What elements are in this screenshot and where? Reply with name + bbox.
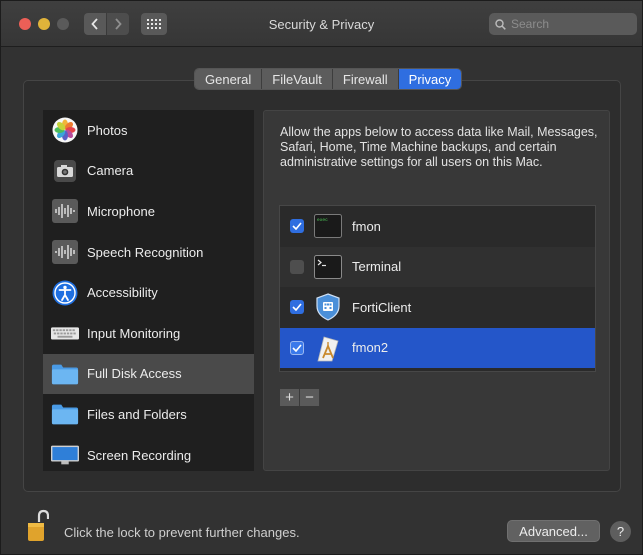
app-list[interactable]: exec fmon Terminal FortiClient fmon2 [279,205,596,372]
search-icon [495,18,506,30]
app-name: FortiClient [352,299,412,315]
sidebar-item-label: Accessibility [87,285,158,301]
svg-text:exec: exec [317,218,328,223]
app-row-forticlient[interactable]: FortiClient [280,287,595,328]
remove-app-button[interactable]: − [300,389,320,406]
sidebar-item-photos[interactable]: Photos [43,110,254,151]
sidebar-item-files-and-folders[interactable]: Files and Folders [43,394,254,435]
keyboard-icon [51,319,79,347]
terminal-icon [314,253,342,281]
app-row-fmon2[interactable]: fmon2 [280,327,595,368]
checkmark-icon [292,222,302,231]
app-row-terminal[interactable]: Terminal [280,246,595,287]
app-generic-icon [314,334,342,362]
display-icon [51,441,79,469]
sidebar-item-label: Speech Recognition [87,244,204,260]
privacy-category-list[interactable]: Photos Camera Microphone Speech Recognit… [43,110,254,471]
sidebar-item-label: Photos [87,122,128,138]
panel-description: Allow the apps below to access data like… [280,125,598,169]
app-name: fmon2 [352,340,389,356]
app-checkbox[interactable] [290,340,304,355]
sidebar-item-label: Full Disk Access [87,366,182,382]
sidebar-item-camera[interactable]: Camera [43,151,254,192]
microphone-icon [51,197,79,225]
app-checkbox[interactable] [290,300,304,315]
add-remove-controls: + − [280,389,320,406]
sidebar-item-label: Screen Recording [87,447,192,463]
forticlient-shield-icon [314,293,342,321]
terminal-exec-icon: exec [314,212,342,240]
folder-icon [51,400,79,428]
search-input[interactable] [511,17,626,31]
checkmark-icon [292,344,302,352]
full-disk-access-panel: Allow the apps below to access data like… [263,110,610,471]
speech-recognition-icon [51,238,79,266]
folder-icon [51,360,79,388]
sidebar-item-full-disk-access[interactable]: Full Disk Access [43,353,254,395]
app-checkbox[interactable] [290,259,304,274]
app-checkbox[interactable] [290,219,304,234]
tab-bar: General FileVault Firewall Privacy [194,68,463,90]
app-name: Terminal [352,259,402,275]
camera-icon [51,157,79,185]
help-button[interactable]: ? [610,521,631,542]
tab-privacy[interactable]: Privacy [398,69,462,89]
title-bar: Security & Privacy [1,1,642,47]
app-name: fmon [352,218,381,234]
sidebar-item-label: Microphone [87,203,155,219]
sidebar-item-microphone[interactable]: Microphone [43,191,254,232]
sidebar-item-screen-recording[interactable]: Screen Recording [43,435,254,471]
sidebar-item-accessibility[interactable]: Accessibility [43,272,254,313]
sidebar-item-input-monitoring[interactable]: Input Monitoring [43,313,254,354]
lock-status-text: Click the lock to prevent further change… [64,525,300,540]
accessibility-icon [51,279,79,307]
tab-firewall[interactable]: Firewall [332,69,399,89]
advanced-button[interactable]: Advanced... [507,520,600,542]
app-row-fmon[interactable]: exec fmon [280,206,595,247]
sidebar-item-label: Files and Folders [87,406,187,422]
sidebar-item-label: Input Monitoring [87,325,181,341]
preferences-window: Security & Privacy General FileVault Fir… [0,0,643,555]
tab-filevault[interactable]: FileVault [262,69,333,89]
tab-general[interactable]: General [195,69,263,89]
sidebar-item-speech-recognition[interactable]: Speech Recognition [43,232,254,273]
checkmark-icon [292,303,302,312]
lock-icon[interactable] [27,509,49,545]
search-field[interactable] [489,13,637,35]
photos-icon [51,116,79,144]
add-app-button[interactable]: + [280,389,300,406]
sidebar-item-label: Camera [87,163,134,179]
